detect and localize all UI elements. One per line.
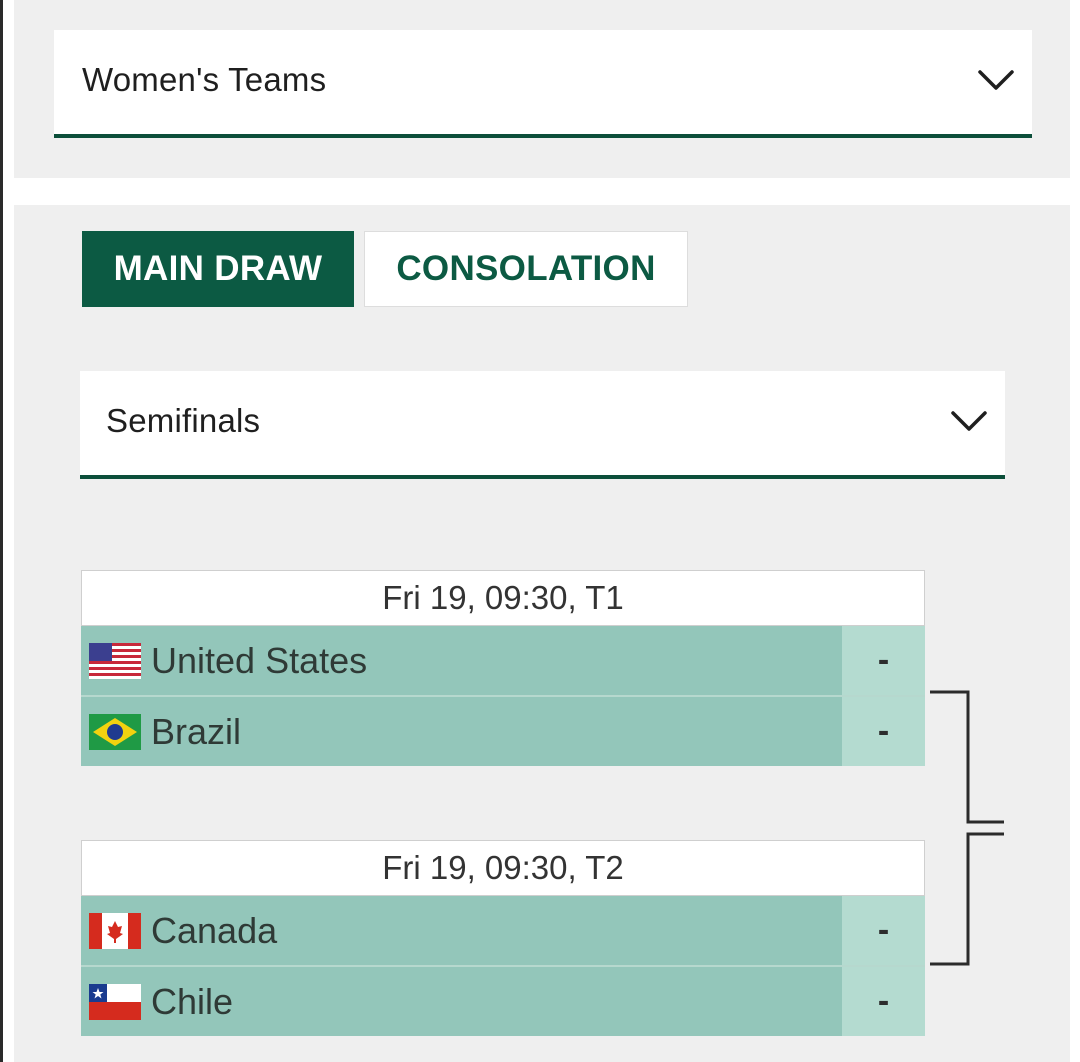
chile-flag-icon	[89, 983, 141, 1020]
team-cell: United States	[81, 626, 842, 695]
category-dropdown[interactable]: Women's Teams	[54, 30, 1032, 138]
match-card[interactable]: Fri 19, 09:30, T1 United States - Brazil…	[81, 570, 925, 766]
team-name: Chile	[151, 980, 234, 1022]
team-score: -	[842, 967, 925, 1036]
team-name: Canada	[151, 909, 278, 951]
chevron-down-icon	[978, 70, 1014, 90]
brazil-flag-icon	[89, 713, 141, 750]
team-score: -	[842, 896, 925, 965]
round-dropdown-value: Semifinals	[106, 402, 261, 439]
chevron-down-icon	[951, 411, 987, 431]
team-cell: Brazil	[81, 697, 842, 766]
tab-main-draw[interactable]: MAIN DRAW	[82, 231, 354, 307]
category-dropdown-value: Women's Teams	[82, 61, 327, 98]
team-name: United States	[151, 639, 368, 681]
round-dropdown[interactable]: Semifinals	[80, 371, 1005, 479]
match-card[interactable]: Fri 19, 09:30, T2 Canada - Chile -	[81, 840, 925, 1036]
team-row: Canada -	[81, 896, 925, 965]
draw-tabs: MAIN DRAW CONSOLATION	[82, 231, 688, 307]
left-edge-divider	[0, 0, 3, 1062]
team-cell: Chile	[81, 967, 842, 1036]
tab-consolation[interactable]: CONSOLATION	[364, 231, 688, 307]
team-row: Chile -	[81, 965, 925, 1036]
team-score: -	[842, 626, 925, 695]
team-name: Brazil	[151, 710, 242, 752]
team-row: Brazil -	[81, 695, 925, 766]
bracket-connector	[930, 690, 1004, 966]
match-schedule: Fri 19, 09:30, T2	[81, 840, 925, 896]
us-flag-icon	[89, 642, 141, 679]
team-score: -	[842, 697, 925, 766]
canada-flag-icon	[89, 912, 141, 949]
team-cell: Canada	[81, 896, 842, 965]
match-schedule: Fri 19, 09:30, T1	[81, 570, 925, 626]
team-row: United States -	[81, 626, 925, 695]
